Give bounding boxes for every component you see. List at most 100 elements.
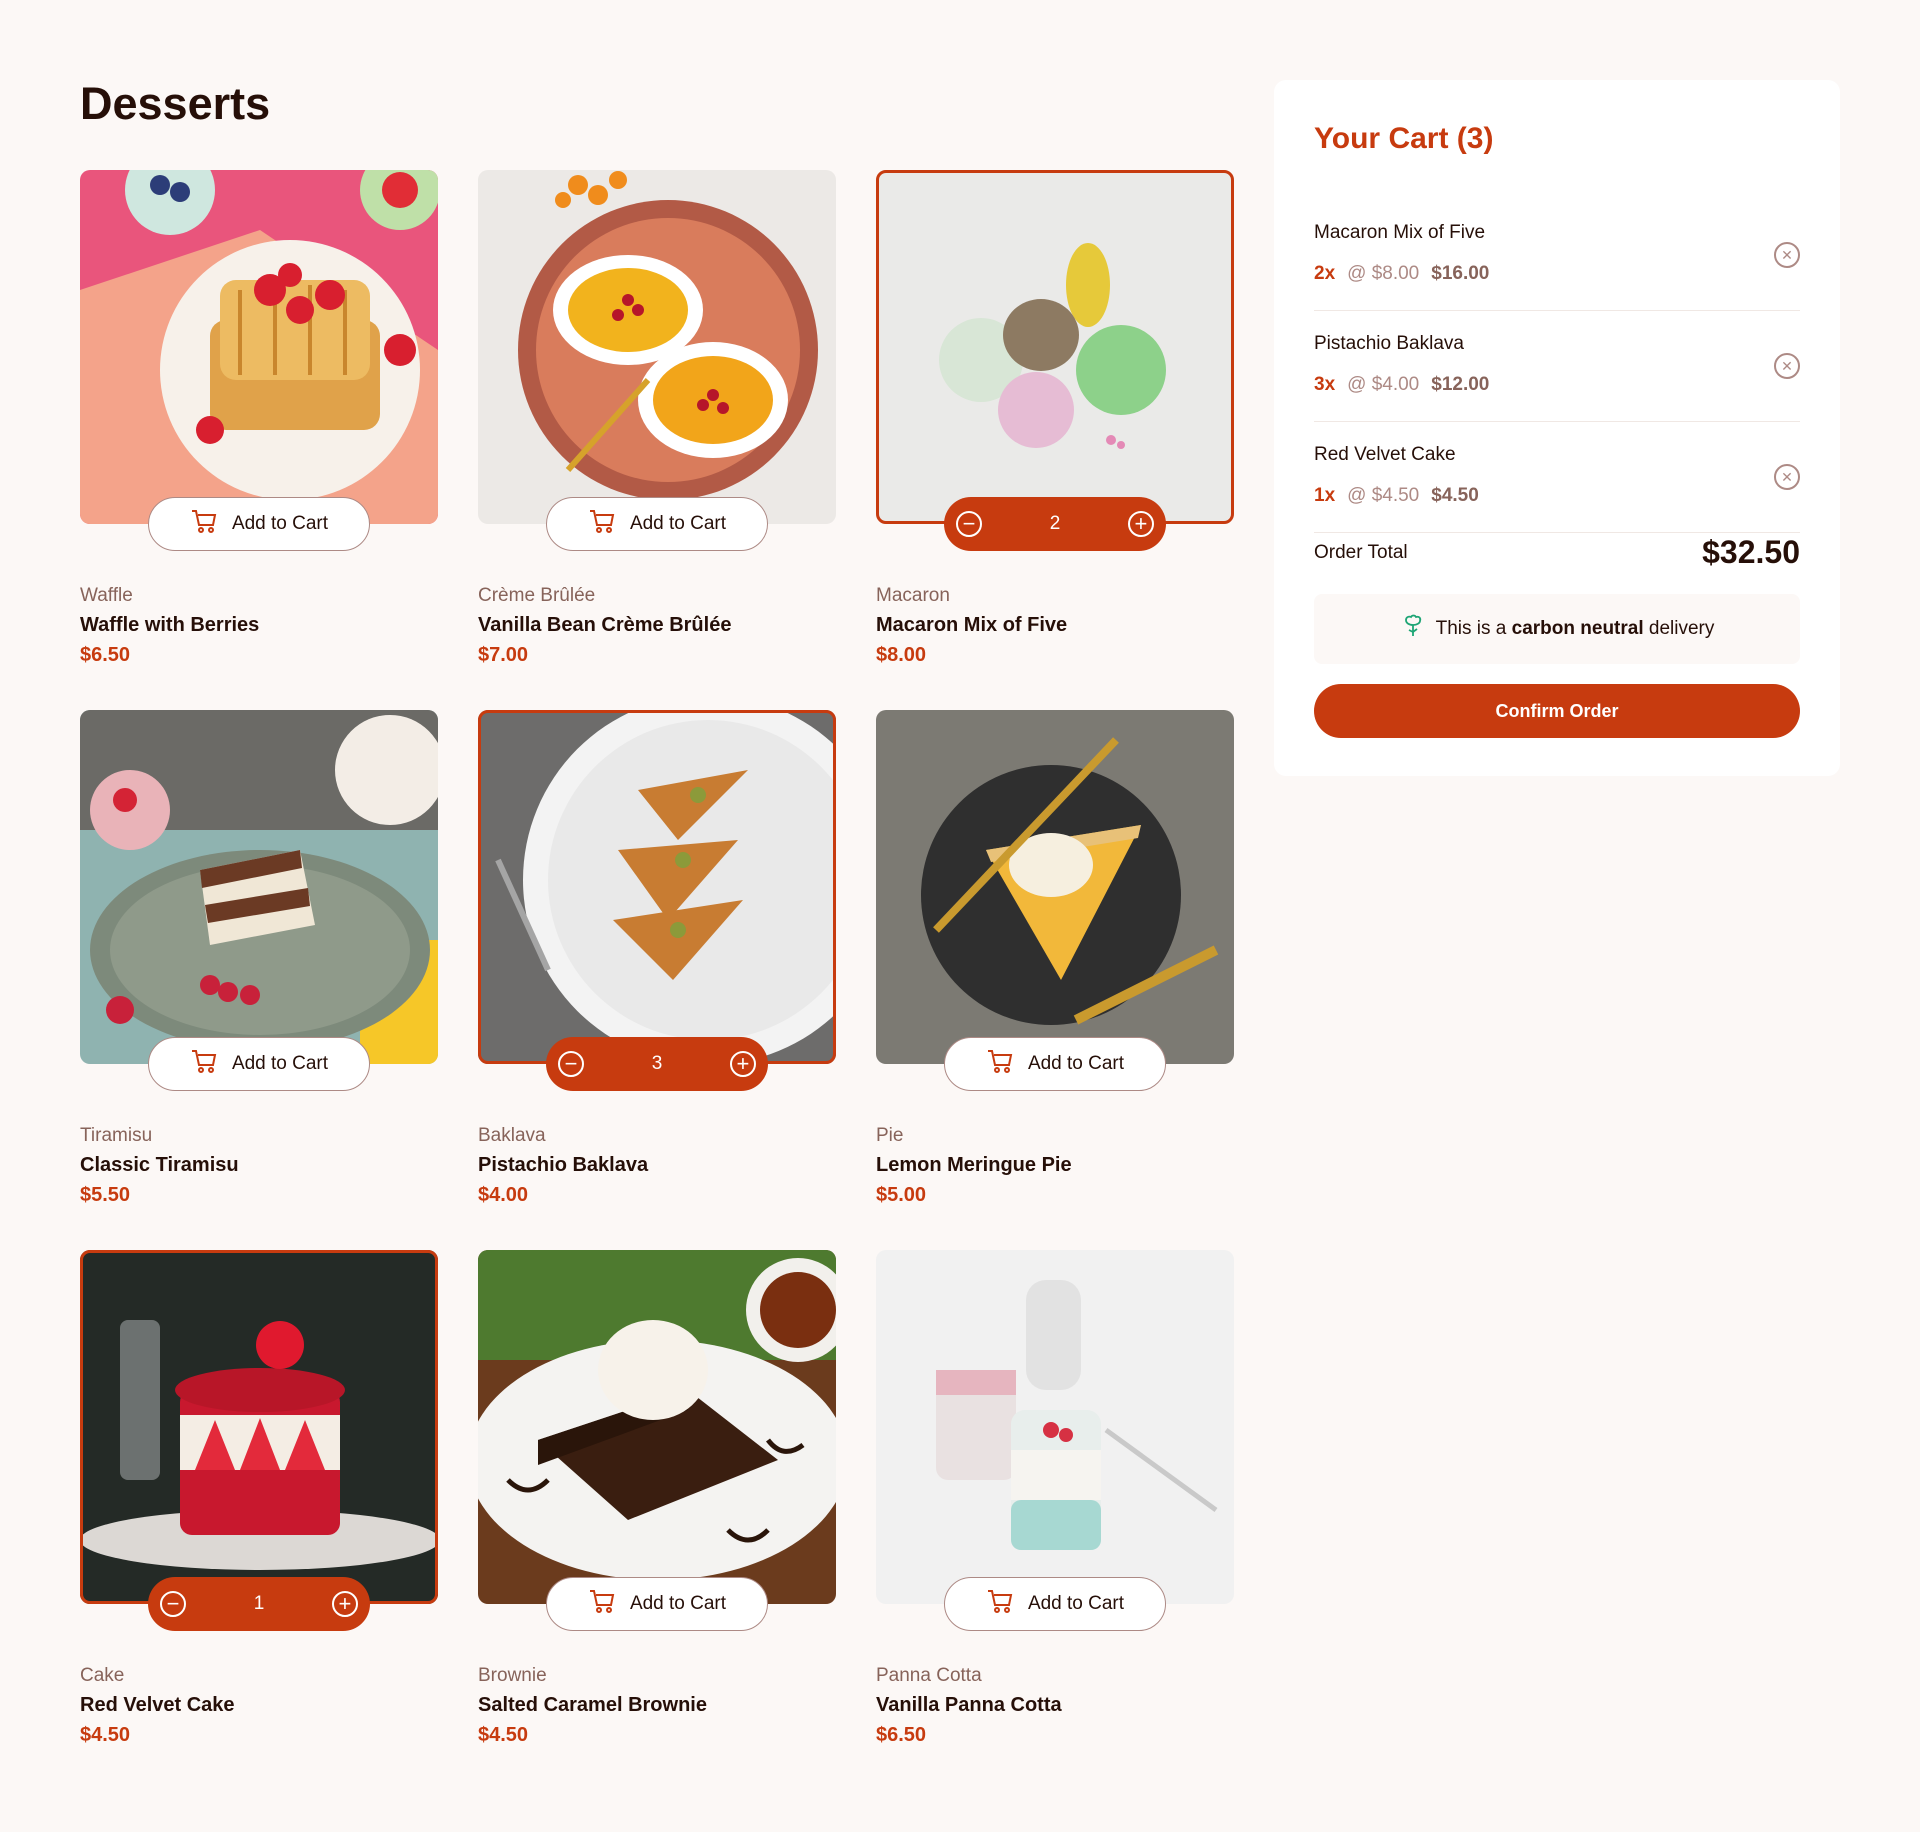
- product-category: Pie: [876, 1125, 904, 1146]
- quantity-stepper: − 3 +: [546, 1037, 768, 1091]
- product-card: Add to Cart Panna Cotta Vanilla Panna Cott…: [876, 1250, 1234, 1790]
- cart-item-subtotal: $16.00: [1431, 263, 1490, 284]
- product-image: [478, 710, 836, 1064]
- remove-icon[interactable]: ✕: [1774, 464, 1800, 490]
- product-image: [876, 170, 1234, 524]
- product-price: $5.00: [876, 1184, 927, 1206]
- product-name: Vanilla Bean Crème Brûlée: [478, 614, 732, 636]
- add-to-cart-button[interactable]: Add to Cart: [944, 1037, 1166, 1091]
- product-price: $6.50: [80, 644, 131, 666]
- quantity-value: 2: [1049, 513, 1061, 534]
- add-to-cart-label: Add to Cart: [1027, 1593, 1125, 1614]
- product-category: Cake: [80, 1665, 125, 1686]
- product-category: Waffle: [80, 585, 133, 606]
- cart-item: Red Velvet Cake 1x @ $4.50 $4.50 ✕: [1314, 422, 1800, 533]
- add-to-cart-button[interactable]: Add to Cart: [546, 1577, 768, 1631]
- product-image: [478, 170, 836, 524]
- cart-item-name: Macaron Mix of Five: [1314, 222, 1486, 243]
- product-name: Lemon Meringue Pie: [876, 1154, 1072, 1176]
- cart-item-unit-price: @ $4.50: [1347, 485, 1420, 506]
- increment-icon[interactable]: +: [1127, 511, 1154, 537]
- product-name: Classic Tiramisu: [80, 1154, 239, 1176]
- product-image: [80, 1250, 438, 1604]
- cart-icon: [588, 507, 616, 541]
- product-category: Tiramisu: [80, 1125, 153, 1146]
- page-title: Desserts: [80, 78, 271, 129]
- increment-icon[interactable]: +: [729, 1051, 756, 1077]
- quantity-value: 3: [651, 1053, 663, 1074]
- add-to-cart-button[interactable]: Add to Cart: [148, 1037, 370, 1091]
- product-name: Red Velvet Cake: [80, 1694, 235, 1716]
- product-price: $4.50: [80, 1724, 131, 1746]
- product-card: Add to Cart Waffle Waffle with Berries $6.5…: [80, 170, 438, 710]
- cart-item-unit-price: @ $4.00: [1347, 374, 1420, 395]
- quantity-value: 1: [253, 1593, 265, 1614]
- cart-item-quantity: 3x: [1314, 374, 1336, 395]
- order-total-value: $32.50: [1702, 534, 1800, 570]
- product-image: [876, 1250, 1234, 1604]
- product-category: Macaron: [876, 585, 950, 606]
- confirm-order-button[interactable]: Confirm Order: [1314, 684, 1800, 738]
- product-image: [80, 170, 438, 524]
- product-price: $4.00: [478, 1184, 529, 1206]
- decrement-icon[interactable]: −: [160, 1591, 186, 1617]
- product-card: Add to Cart Pie Lemon Meringue Pie $5.00: [876, 710, 1234, 1250]
- carbon-neutral-text: This is a carbon neutral delivery: [1435, 618, 1715, 639]
- quantity-stepper: − 2 +: [944, 497, 1166, 551]
- cart-item: Pistachio Baklava 3x @ $4.00 $12.00 ✕: [1314, 311, 1800, 422]
- product-name: Vanilla Panna Cotta: [876, 1694, 1062, 1716]
- product-name: Salted Caramel Brownie: [478, 1694, 707, 1716]
- cart-panel: Your Cart (3) Macaron Mix of Five 2x @ $…: [1274, 80, 1840, 776]
- product-category: Baklava: [478, 1125, 546, 1146]
- product-card: − 1 + Cake Red Velvet Cake $4.50: [80, 1250, 438, 1790]
- order-total-label: Order Total: [1314, 542, 1408, 563]
- cart-title: Your Cart (3): [1314, 122, 1494, 155]
- cart-icon: [986, 1047, 1014, 1081]
- add-to-cart-button[interactable]: Add to Cart: [546, 497, 768, 551]
- product-image: [876, 710, 1234, 1064]
- remove-icon[interactable]: ✕: [1774, 353, 1800, 379]
- cart-item-quantity: 2x: [1314, 263, 1336, 284]
- product-category: Brownie: [478, 1665, 547, 1686]
- cart-item: Macaron Mix of Five 2x @ $8.00 $16.00 ✕: [1314, 200, 1800, 311]
- product-price: $4.50: [478, 1724, 529, 1746]
- quantity-stepper: − 1 +: [148, 1577, 370, 1631]
- add-to-cart-label: Add to Cart: [231, 513, 329, 534]
- product-card: − 2 + Macaron Macaron Mix of Five $8.00: [876, 170, 1234, 710]
- product-image: [478, 1250, 836, 1604]
- add-to-cart-label: Add to Cart: [629, 513, 727, 534]
- add-to-cart-label: Add to Cart: [629, 1593, 727, 1614]
- product-card: Add to Cart Crème Brûlée Vanilla Bean Crèm…: [478, 170, 836, 710]
- cart-icon: [190, 507, 218, 541]
- carbon-neutral-banner: This is a carbon neutral delivery: [1314, 594, 1800, 664]
- remove-icon[interactable]: ✕: [1774, 242, 1800, 268]
- product-card: − 3 + Baklava Pistachio Baklava $4.00: [478, 710, 836, 1250]
- add-to-cart-label: Add to Cart: [1027, 1053, 1125, 1074]
- cart-item-quantity: 1x: [1314, 485, 1336, 506]
- decrement-icon[interactable]: −: [956, 511, 982, 537]
- add-to-cart-label: Add to Cart: [231, 1053, 329, 1074]
- add-to-cart-button[interactable]: Add to Cart: [148, 497, 370, 551]
- cart-icon: [588, 1587, 616, 1621]
- product-price: $6.50: [876, 1724, 927, 1746]
- cart-item-name: Pistachio Baklava: [1314, 333, 1464, 354]
- cart-item-unit-price: @ $8.00: [1347, 263, 1420, 284]
- cart-item-subtotal: $4.50: [1431, 485, 1479, 506]
- cart-icon: [986, 1587, 1014, 1621]
- cart-item-subtotal: $12.00: [1431, 374, 1490, 395]
- carbon-neutral-icon: [1400, 613, 1426, 645]
- product-name: Waffle with Berries: [80, 614, 260, 636]
- cart-item-name: Red Velvet Cake: [1314, 444, 1456, 465]
- product-name: Pistachio Baklava: [478, 1154, 649, 1176]
- add-to-cart-button[interactable]: Add to Cart: [944, 1577, 1166, 1631]
- product-price: $8.00: [876, 644, 927, 666]
- product-image: [80, 710, 438, 1064]
- product-card: Add to Cart Tiramisu Classic Tiramisu $5.50: [80, 710, 438, 1250]
- cart-items: Macaron Mix of Five 2x @ $8.00 $16.00 ✕ …: [1314, 200, 1800, 533]
- increment-icon[interactable]: +: [331, 1591, 358, 1617]
- product-price: $7.00: [478, 644, 529, 666]
- product-category: Crème Brûlée: [478, 585, 596, 606]
- decrement-icon[interactable]: −: [558, 1051, 584, 1077]
- product-card: Add to Cart Brownie Salted Caramel Brownie…: [478, 1250, 836, 1790]
- cart-icon: [190, 1047, 218, 1081]
